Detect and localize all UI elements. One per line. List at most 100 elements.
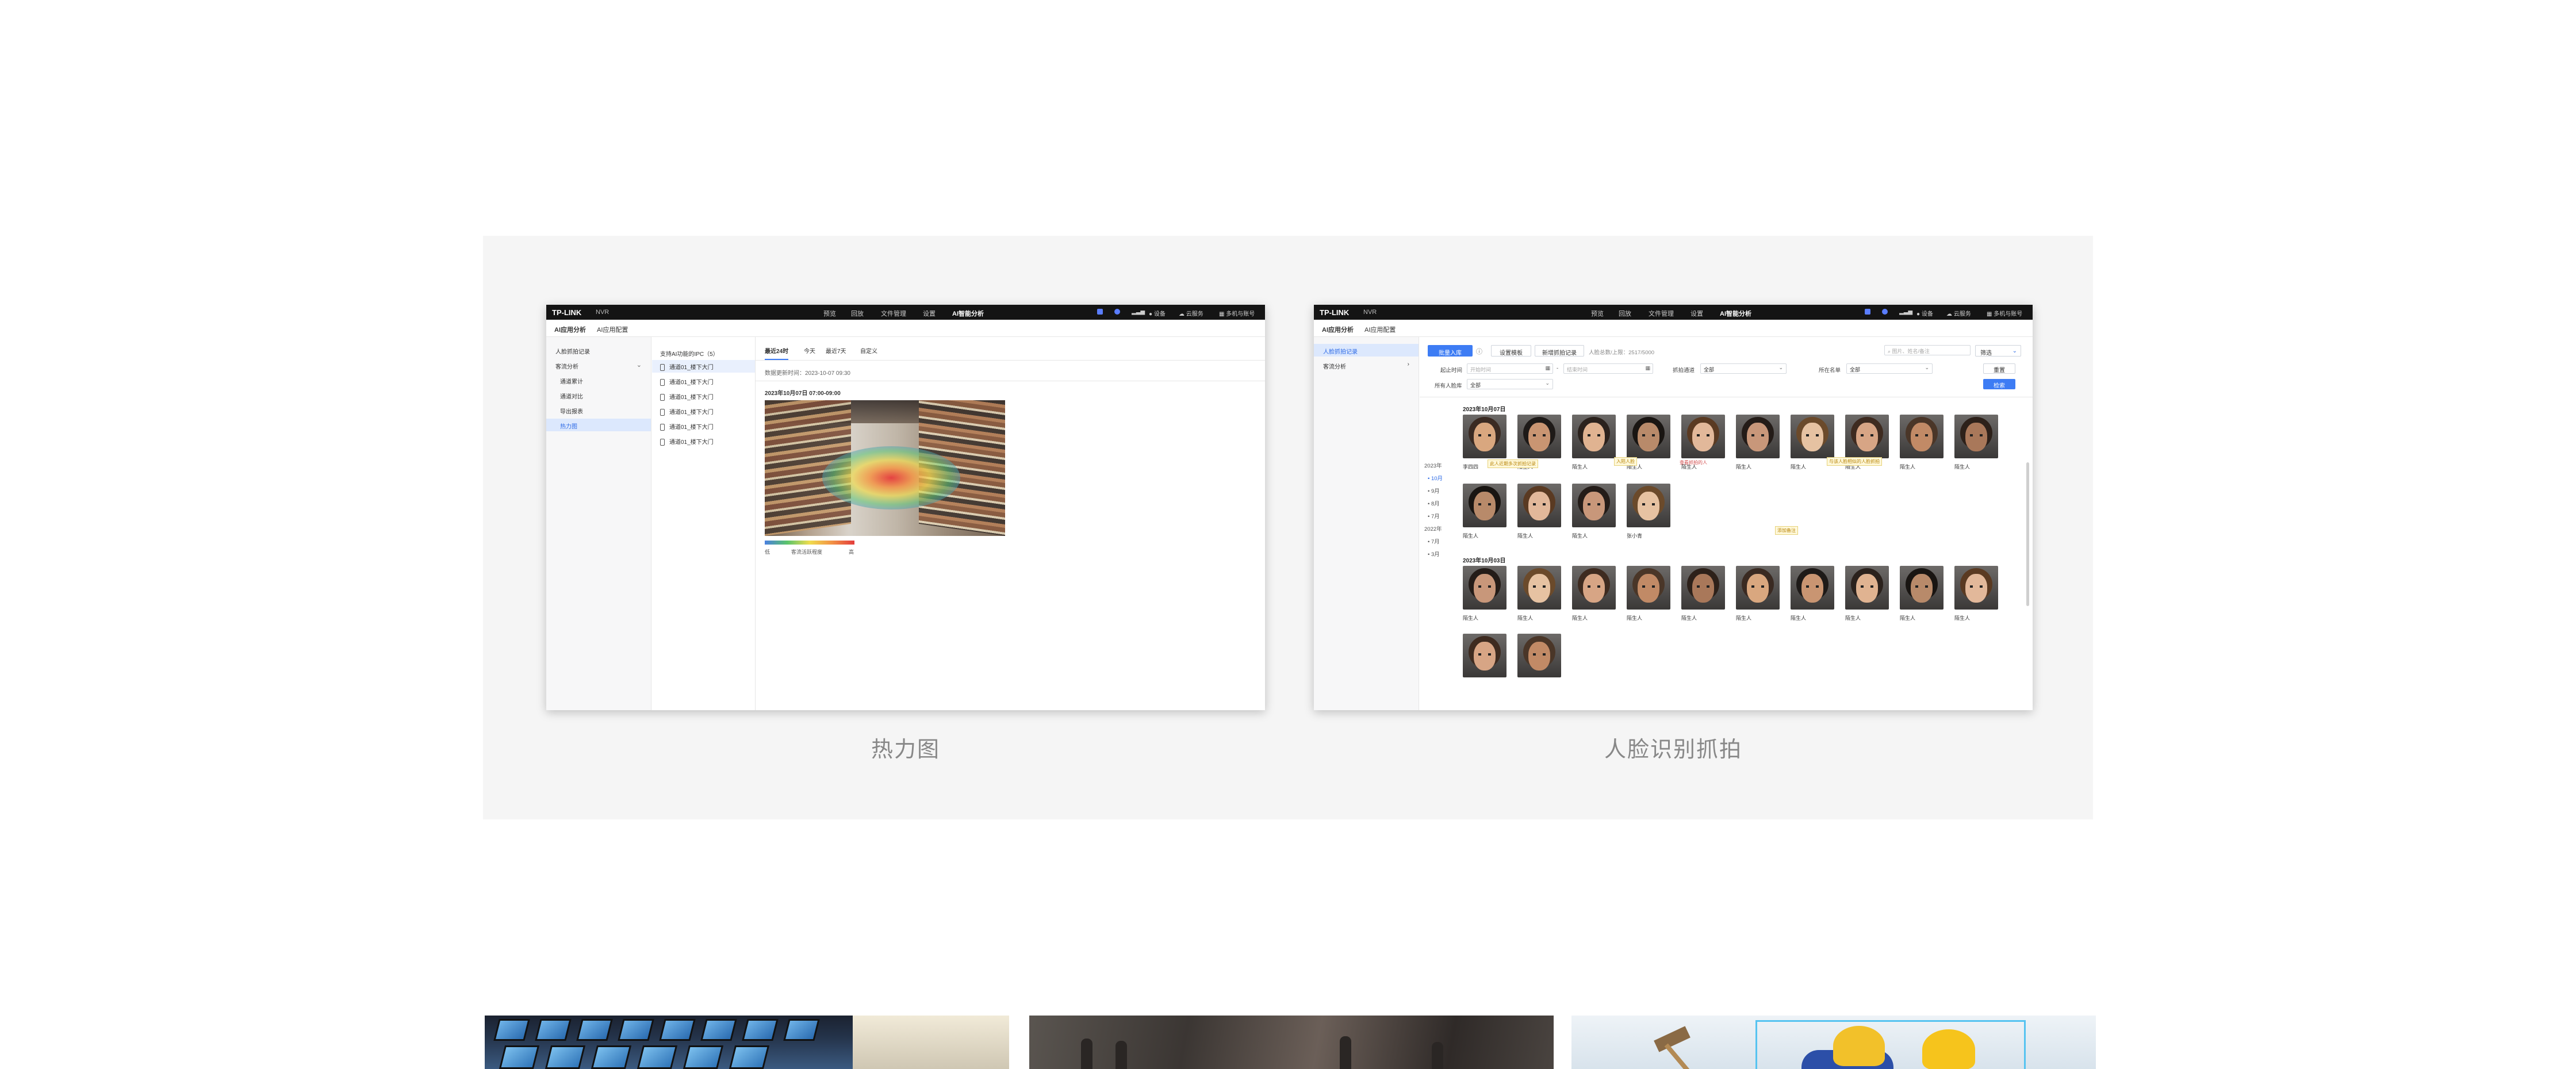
- channel-item[interactable]: 通道01_楼下大门: [652, 390, 755, 403]
- template-button[interactable]: 设置模板: [1491, 345, 1531, 357]
- user-icon[interactable]: [1114, 309, 1120, 315]
- user-icon[interactable]: [1882, 309, 1888, 315]
- list-select[interactable]: 全部 ⌄: [1846, 363, 1933, 374]
- channel-item[interactable]: 通道01_楼下大门: [652, 360, 755, 373]
- nav-preview[interactable]: 预览: [1591, 309, 1604, 318]
- sidebar-item-face-records[interactable]: 人脸抓拍记录: [1314, 344, 1419, 357]
- face-thumbnail[interactable]: [1517, 415, 1561, 458]
- batch-import-button[interactable]: 批量入库: [1428, 345, 1473, 357]
- sidebar-item-channel-total[interactable]: 通道累计: [546, 374, 651, 386]
- face-thumbnail[interactable]: [1572, 415, 1616, 458]
- account-link[interactable]: ▦ 多机与账号: [1219, 309, 1255, 317]
- filter-select[interactable]: 筛选 ⌄: [1975, 345, 2021, 357]
- face-thumbnail[interactable]: [1572, 566, 1616, 610]
- search-button[interactable]: 检索: [1983, 379, 2015, 389]
- subtab-ai-config[interactable]: AI应用配置: [1364, 325, 1396, 334]
- reset-button[interactable]: 重置: [1983, 363, 2015, 374]
- face-thumbnail[interactable]: [1681, 566, 1725, 610]
- nav-ai-analysis[interactable]: AI智能分析: [952, 309, 984, 322]
- face-thumbnail[interactable]: [1736, 566, 1780, 610]
- face-label: 陌生人: [1627, 615, 1643, 621]
- tab-today[interactable]: 今天: [804, 346, 815, 355]
- chevron-down-icon: ⌄: [1545, 380, 1550, 386]
- face-thumbnail[interactable]: [1845, 566, 1889, 610]
- tab-last-24h[interactable]: 最近24时: [765, 346, 789, 360]
- device-link[interactable]: ● 设备: [1916, 309, 1933, 317]
- channel-item[interactable]: 通道01_楼下大门: [652, 375, 755, 388]
- cloud-link[interactable]: ☁ 云服务: [1179, 309, 1203, 317]
- search-input[interactable]: ⌕ 图片、姓名/备注: [1884, 345, 1971, 355]
- sidebar-item-traffic[interactable]: 客流分析 ⌄: [546, 359, 651, 371]
- device-link[interactable]: ● 设备: [1149, 309, 1166, 317]
- face-label: 陌生人: [1463, 615, 1479, 621]
- face-thumbnail[interactable]: [1845, 415, 1889, 458]
- sidebar-item-traffic[interactable]: 客流分析 ›: [1314, 359, 1419, 371]
- timeline-month[interactable]: • 10月: [1428, 474, 1443, 482]
- calendar-icon: ▦: [1545, 365, 1550, 371]
- add-record-button[interactable]: 新增抓拍记录: [1535, 345, 1584, 357]
- timeline-month[interactable]: • 7月: [1428, 537, 1440, 545]
- face-thumbnail[interactable]: [1627, 566, 1670, 610]
- nav-playback[interactable]: 回放: [1619, 309, 1631, 318]
- face-thumbnail[interactable]: [1900, 566, 1943, 610]
- face-thumbnail[interactable]: [1681, 415, 1725, 458]
- sidebar-item-heatmap[interactable]: 热力图: [546, 419, 651, 431]
- face-thumbnail[interactable]: [1627, 484, 1670, 527]
- scrollbar[interactable]: [2026, 462, 2029, 606]
- sidebar-item-face-records[interactable]: 人脸抓拍记录: [546, 344, 651, 357]
- face-thumbnail[interactable]: [1463, 566, 1506, 610]
- face-thumbnail[interactable]: [1627, 415, 1670, 458]
- timeline-year[interactable]: 2023年: [1424, 461, 1442, 469]
- face-label: 陌生人: [1954, 464, 1971, 470]
- face-thumbnail[interactable]: [1736, 415, 1780, 458]
- channel-item[interactable]: 通道01_楼下大门: [652, 420, 755, 432]
- face-thumbnail[interactable]: [1954, 566, 1998, 610]
- start-time-input[interactable]: 开始时间 ▦: [1467, 363, 1553, 374]
- channel-item[interactable]: 通道01_楼下大门: [652, 405, 755, 417]
- face-thumbnail[interactable]: [1954, 415, 1998, 458]
- channel-item[interactable]: 通道01_楼下大门: [652, 435, 755, 447]
- product-name: NVR: [596, 309, 610, 316]
- tab-custom[interactable]: 自定义: [860, 346, 877, 355]
- sidebar-item-channel-compare[interactable]: 通道对比: [546, 389, 651, 401]
- subtab-ai-analysis[interactable]: AI应用分析: [1322, 325, 1354, 339]
- timeline-year[interactable]: 2022年: [1424, 524, 1442, 532]
- nav-ai-analysis[interactable]: AI智能分析: [1720, 309, 1751, 322]
- account-link[interactable]: ▦ 多机与账号: [1987, 309, 2022, 317]
- tooltip-similar-faces: 与该人脸相似的人脸抓拍: [1827, 457, 1882, 466]
- nav-files[interactable]: 文件管理: [881, 309, 906, 318]
- grid-icon[interactable]: [1097, 309, 1103, 315]
- nav-files[interactable]: 文件管理: [1649, 309, 1674, 318]
- help-icon[interactable]: ⓘ: [1476, 347, 1482, 356]
- face-thumbnail[interactable]: [1463, 634, 1506, 677]
- grid-icon[interactable]: [1865, 309, 1870, 315]
- nav-settings[interactable]: 设置: [1690, 309, 1703, 318]
- timeline-month[interactable]: • 7月: [1428, 512, 1440, 520]
- face-thumbnail[interactable]: [1900, 415, 1943, 458]
- nav-settings[interactable]: 设置: [923, 309, 936, 318]
- sidebar-item-export[interactable]: 导出报表: [546, 404, 651, 416]
- face-thumbnail[interactable]: [1517, 634, 1561, 677]
- nav-preview[interactable]: 预览: [823, 309, 836, 318]
- face-thumbnail[interactable]: [1517, 566, 1561, 610]
- face-thumbnail[interactable]: [1791, 566, 1834, 610]
- nav-playback[interactable]: 回放: [851, 309, 864, 318]
- person-library-select[interactable]: 全部 ⌄: [1467, 379, 1553, 389]
- face-thumbnail[interactable]: [1463, 415, 1506, 458]
- tab-last-7-days[interactable]: 最近7天: [826, 346, 846, 355]
- subtab-ai-config[interactable]: AI应用配置: [597, 325, 628, 334]
- subtab-ai-analysis[interactable]: AI应用分析: [554, 325, 586, 339]
- tooltip-add-face: 入陌人脸: [1614, 457, 1637, 466]
- photo-street-scene: [1029, 1016, 1554, 1069]
- timeline-month[interactable]: • 3月: [1428, 550, 1440, 558]
- timeline-month[interactable]: • 9月: [1428, 486, 1440, 495]
- sidebar: 人脸抓拍记录 客流分析 ⌄ 通道累计 通道对比 导出报表 热力图: [546, 337, 651, 710]
- channel-select[interactable]: 全部 ⌄: [1700, 363, 1787, 374]
- face-thumbnail[interactable]: [1463, 484, 1506, 527]
- end-time-input[interactable]: 结束时间 ▦: [1563, 363, 1653, 374]
- face-thumbnail[interactable]: [1572, 484, 1616, 527]
- face-thumbnail[interactable]: [1517, 484, 1561, 527]
- timeline-month[interactable]: • 8月: [1428, 499, 1440, 507]
- face-thumbnail[interactable]: [1791, 415, 1834, 458]
- cloud-link[interactable]: ☁ 云服务: [1946, 309, 1971, 317]
